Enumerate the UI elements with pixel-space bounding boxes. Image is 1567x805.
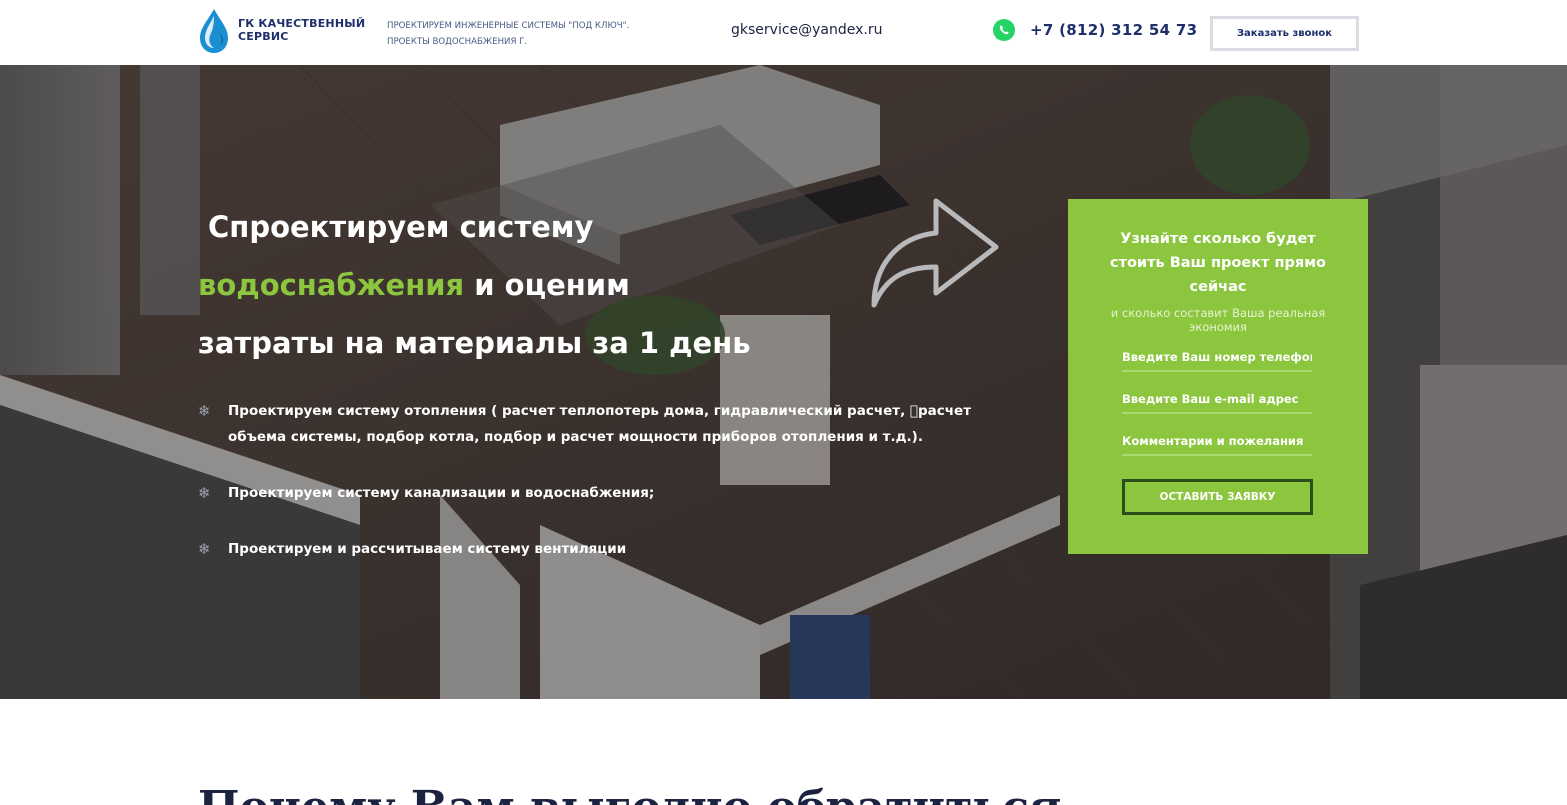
whatsapp-icon[interactable] bbox=[992, 18, 1016, 42]
header-tagline: ПРОЕКТИРУЕМ ИНЖЕНЕРНЫЕ СИСТЕМЫ "ПОД КЛЮЧ… bbox=[387, 18, 687, 50]
hero-section: Спроектируем систему водоснабжения и оце… bbox=[0, 65, 1567, 699]
curved-arrow-right-icon bbox=[871, 198, 999, 308]
phone-field[interactable] bbox=[1122, 344, 1312, 372]
comment-field[interactable] bbox=[1122, 428, 1312, 456]
snowflake-bullet-icon: ❄ bbox=[198, 484, 211, 502]
feature-text: Проектируем систему отопления ( расчет т… bbox=[228, 403, 972, 445]
feature-item: ❄ Проектируем систему отопления ( расчет… bbox=[198, 398, 998, 450]
estimate-form: Узнайте сколько будет стоить Ваш проект … bbox=[1068, 199, 1368, 554]
hero-headline: Спроектируем систему водоснабжения и оце… bbox=[198, 198, 838, 372]
feature-item: ❄ Проектируем систему канализации и водо… bbox=[198, 480, 998, 506]
brand-name: ГК КАЧЕСТВЕННЫЙ СЕРВИС bbox=[238, 17, 366, 43]
headline-accent: водоснабжения bbox=[198, 268, 465, 302]
order-call-button[interactable]: Заказать звонок bbox=[1210, 16, 1359, 51]
tagline-line-2: ПРОЕКТЫ ВОДОСНАБЖЕНИЯ Г. bbox=[387, 37, 528, 47]
headline-part-1: Спроектируем систему bbox=[208, 210, 594, 244]
feature-text: Проектируем систему канализации и водосн… bbox=[228, 485, 655, 501]
snowflake-bullet-icon: ❄ bbox=[198, 402, 211, 420]
headline-part-3: затраты на материалы за 1 день bbox=[198, 326, 751, 360]
snowflake-bullet-icon: ❄ bbox=[198, 540, 211, 558]
features-list: ❄ Проектируем систему отопления ( расчет… bbox=[198, 398, 998, 592]
form-title: Узнайте сколько будет стоить Ваш проект … bbox=[1109, 231, 1327, 295]
form-subtitle: и сколько составит Ваша реальная экономи… bbox=[1110, 306, 1326, 334]
email-field[interactable] bbox=[1122, 386, 1312, 414]
site-header: ГК КАЧЕСТВЕННЫЙ СЕРВИС ПРОЕКТИРУЕМ ИНЖЕН… bbox=[0, 0, 1567, 65]
tagline-line-1: ПРОЕКТИРУЕМ ИНЖЕНЕРНЫЕ СИСТЕМЫ "ПОД КЛЮЧ… bbox=[387, 21, 630, 31]
phone-number[interactable]: +7 (812) 312 54 73 bbox=[1030, 21, 1197, 39]
email-link[interactable]: gkservice@yandex.ru bbox=[731, 22, 883, 38]
section-title: Почему Вам выгодно обратиться к нам bbox=[198, 778, 1098, 805]
water-drop-logo[interactable] bbox=[196, 8, 232, 54]
feature-item: ❄ Проектируем и рассчитываем систему вен… bbox=[198, 536, 998, 562]
feature-text: Проектируем и рассчитываем систему венти… bbox=[228, 541, 627, 557]
headline-part-2: и оценим bbox=[464, 268, 630, 302]
submit-request-button[interactable]: ОСТАВИТЬ ЗАЯВКУ bbox=[1122, 479, 1313, 515]
